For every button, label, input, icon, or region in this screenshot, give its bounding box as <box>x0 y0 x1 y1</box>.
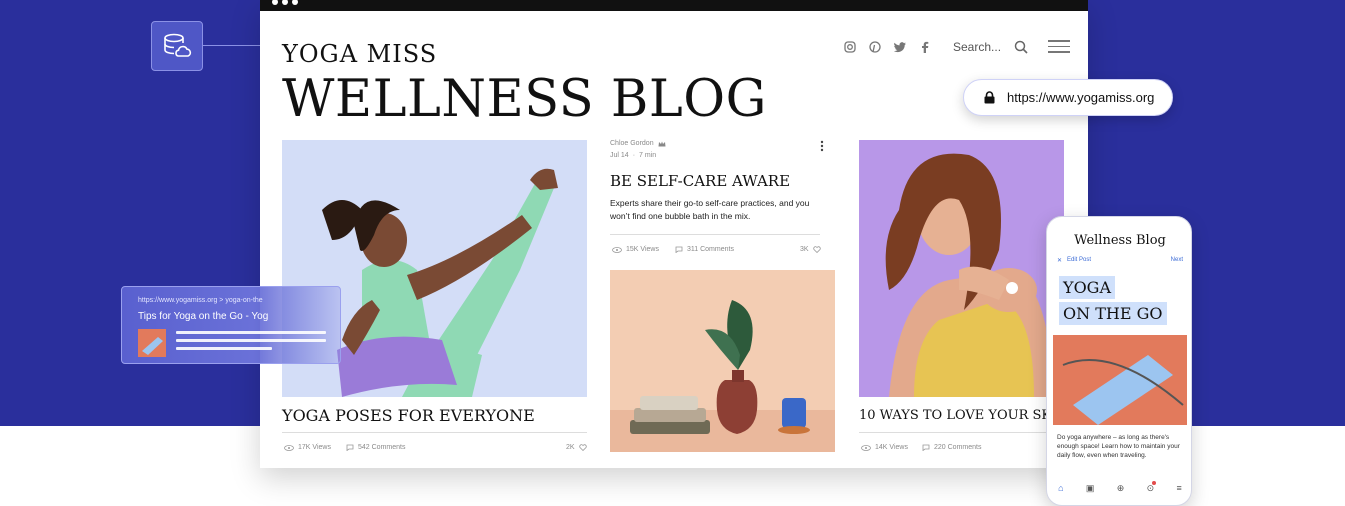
post-date: Jul 14 <box>610 152 629 159</box>
comments-count: 311 Comments <box>687 246 734 253</box>
mobile-editor-bar: ✕ Edit Post Next <box>1053 255 1187 267</box>
home-icon[interactable]: ⌂ <box>1058 483 1063 493</box>
divider <box>282 432 587 433</box>
comments-count: 542 Comments <box>358 444 406 451</box>
window-title-bar <box>260 0 1088 11</box>
hamburger-menu-icon[interactable] <box>1048 40 1070 57</box>
pinterest-icon[interactable] <box>868 40 882 54</box>
blog-browser-window: YOGA MISS WELLNESS BLOG Search... YOGA P… <box>260 0 1088 468</box>
search-result-snippet[interactable]: https://www.yogamiss.org > yoga-on-the T… <box>121 286 341 364</box>
address-bar[interactable]: https://www.yogamiss.org <box>963 79 1173 116</box>
search-input[interactable]: Search... <box>953 40 1001 54</box>
connector-line <box>203 45 260 46</box>
crown-icon <box>658 141 666 146</box>
snippet-thumbnail <box>138 329 166 357</box>
post-views: 15K Views <box>612 246 659 253</box>
edit-post-label[interactable]: Edit Post <box>1067 257 1091 263</box>
post-views: 14K Views <box>861 444 908 451</box>
twitter-icon[interactable] <box>893 40 907 54</box>
mobile-bottom-nav: ⌂ ▣ ⊕ ⊙ ≡ <box>1047 471 1191 505</box>
views-count: 15K Views <box>626 246 659 253</box>
read-time: 7 min <box>639 152 657 159</box>
post-comments[interactable]: 220 Comments <box>922 444 981 451</box>
snippet-line <box>176 331 326 334</box>
more-options-icon[interactable] <box>820 140 824 152</box>
post-excerpt: Experts share their go-to self-care prac… <box>610 198 810 221</box>
post-title[interactable]: 10 WAYS TO LOVE YOUR SKIN <box>859 408 1068 423</box>
comment-icon <box>675 246 683 253</box>
likes-count: 2K <box>566 444 575 451</box>
comment-icon <box>922 444 930 451</box>
database-cloud-icon <box>164 33 192 57</box>
database-cloud-badge <box>151 21 203 71</box>
post-comments[interactable]: 542 Comments <box>346 444 405 451</box>
post-image-skincare[interactable] <box>859 140 1064 397</box>
eye-icon <box>284 444 294 451</box>
post-likes[interactable]: 2K <box>566 444 587 451</box>
search-icon[interactable] <box>1014 40 1028 54</box>
snippet-line <box>176 339 326 342</box>
post-author[interactable]: Chloe Gordon <box>610 140 666 147</box>
views-count: 14K Views <box>875 444 908 451</box>
next-button[interactable]: Next <box>1171 257 1183 263</box>
likes-count: 3K <box>800 246 809 253</box>
views-count: 17K Views <box>298 444 331 451</box>
post-title[interactable]: BE SELF-CARE AWARE <box>610 172 790 190</box>
chat-icon[interactable]: ▣ <box>1086 483 1095 494</box>
heart-icon[interactable] <box>812 246 821 253</box>
snippet-line <box>176 347 272 350</box>
post-title[interactable]: YOGA POSES FOR EVERYONE <box>282 406 535 425</box>
comment-icon <box>346 444 354 451</box>
blog-title: WELLNESS BLOG <box>282 70 767 129</box>
post-comments[interactable]: 311 Comments <box>675 246 734 253</box>
mobile-heading-line1[interactable]: YOGA <box>1059 276 1116 299</box>
site-logo[interactable]: YOGA MISS <box>282 40 437 68</box>
post-date-readtime: Jul 14 · 7 min <box>610 152 657 159</box>
mobile-heading-line2[interactable]: ON THE GO <box>1059 302 1167 325</box>
url-text[interactable]: https://www.yogamiss.org <box>1007 90 1154 105</box>
snippet-url[interactable]: https://www.yogamiss.org > yoga-on-the <box>138 297 263 304</box>
snippet-title[interactable]: Tips for Yoga on the Go - Yog <box>138 311 268 322</box>
mobile-phone-mockup: Wellness Blog ✕ Edit Post Next YOGA ON T… <box>1046 216 1192 506</box>
add-icon[interactable]: ⊕ <box>1117 483 1125 494</box>
heart-icon[interactable] <box>578 444 587 451</box>
lock-icon <box>984 91 995 104</box>
close-icon[interactable]: ✕ <box>1057 257 1062 264</box>
post-image-still-life[interactable] <box>610 270 835 452</box>
mobile-post-body: Do yoga anywhere – as long as there's en… <box>1057 434 1180 459</box>
facebook-icon[interactable] <box>918 40 932 54</box>
window-controls[interactable] <box>272 0 298 5</box>
menu-icon[interactable]: ≡ <box>1177 483 1182 493</box>
notifications-icon[interactable]: ⊙ <box>1147 480 1157 494</box>
post-views: 17K Views <box>284 444 331 451</box>
comments-count: 220 Comments <box>934 444 982 451</box>
mobile-blog-title: Wellness Blog <box>1074 233 1166 248</box>
eye-icon <box>861 444 871 451</box>
post-likes[interactable]: 3K <box>800 246 821 253</box>
instagram-icon[interactable] <box>843 40 857 54</box>
eye-icon <box>612 246 622 253</box>
mobile-post-image <box>1053 335 1187 425</box>
divider <box>859 432 1064 433</box>
author-name: Chloe Gordon <box>610 140 654 147</box>
divider <box>610 234 820 235</box>
